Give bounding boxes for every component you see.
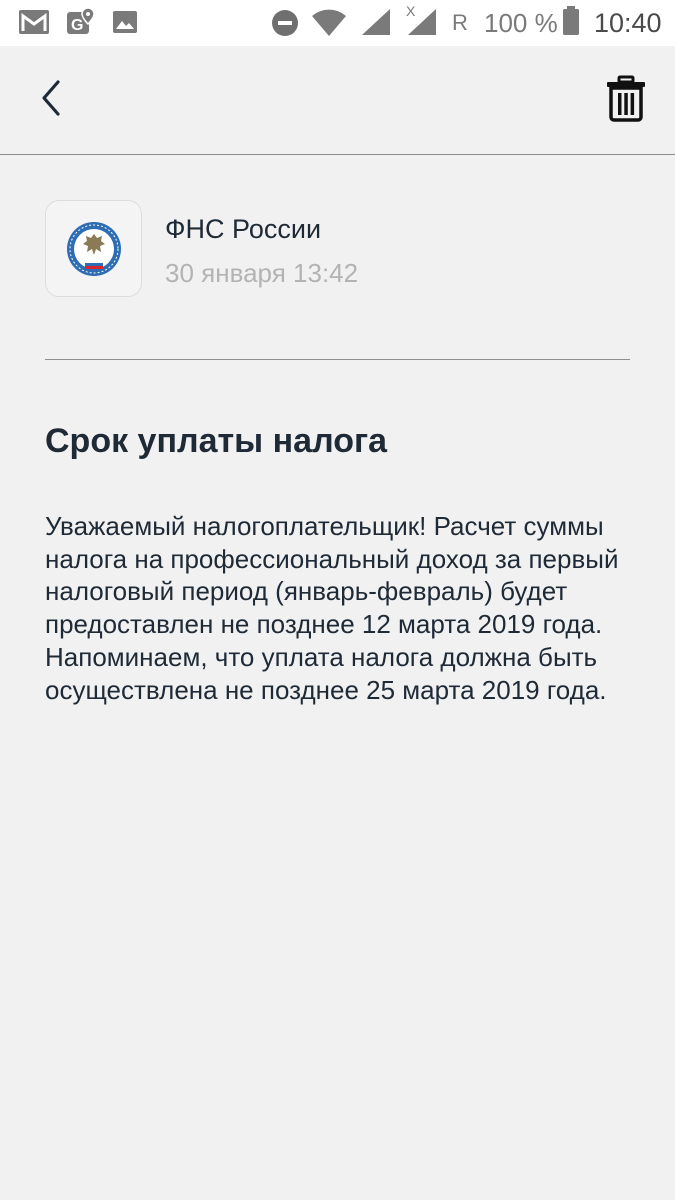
trash-icon [607,75,645,122]
wifi-icon [311,9,347,42]
svg-text:X: X [406,3,416,19]
message-sender: ФНС России 30 января 13:42 [45,200,630,300]
divider [45,359,630,360]
back-button[interactable] [30,74,76,122]
gmail-icon [18,9,50,40]
message-title: Срок уплаты налога [45,422,388,460]
gallery-icon [112,10,138,39]
roaming-indicator: R [452,10,468,35]
no-signal-icon: X [404,3,438,42]
clock: 10:40 [594,8,662,38]
battery-icon [562,6,580,41]
maps-notification-icon: G [66,6,96,41]
sender-avatar [45,200,142,297]
sender-name: ФНС России [165,214,322,244]
battery-percent: 100 % [484,8,558,38]
fns-emblem-icon [67,222,121,276]
message-body: Уважаемый налогоплательщик! Расчет суммы… [45,511,619,705]
svg-text:G: G [71,17,83,34]
do-not-disturb-icon [271,9,299,42]
signal-icon [360,7,392,42]
status-bar: G X R 100 % 10:40 [0,0,675,46]
message-date: 30 января 13:42 [165,258,359,288]
top-app-bar [0,46,675,155]
chevron-left-icon [42,80,60,116]
delete-button[interactable] [602,74,650,124]
